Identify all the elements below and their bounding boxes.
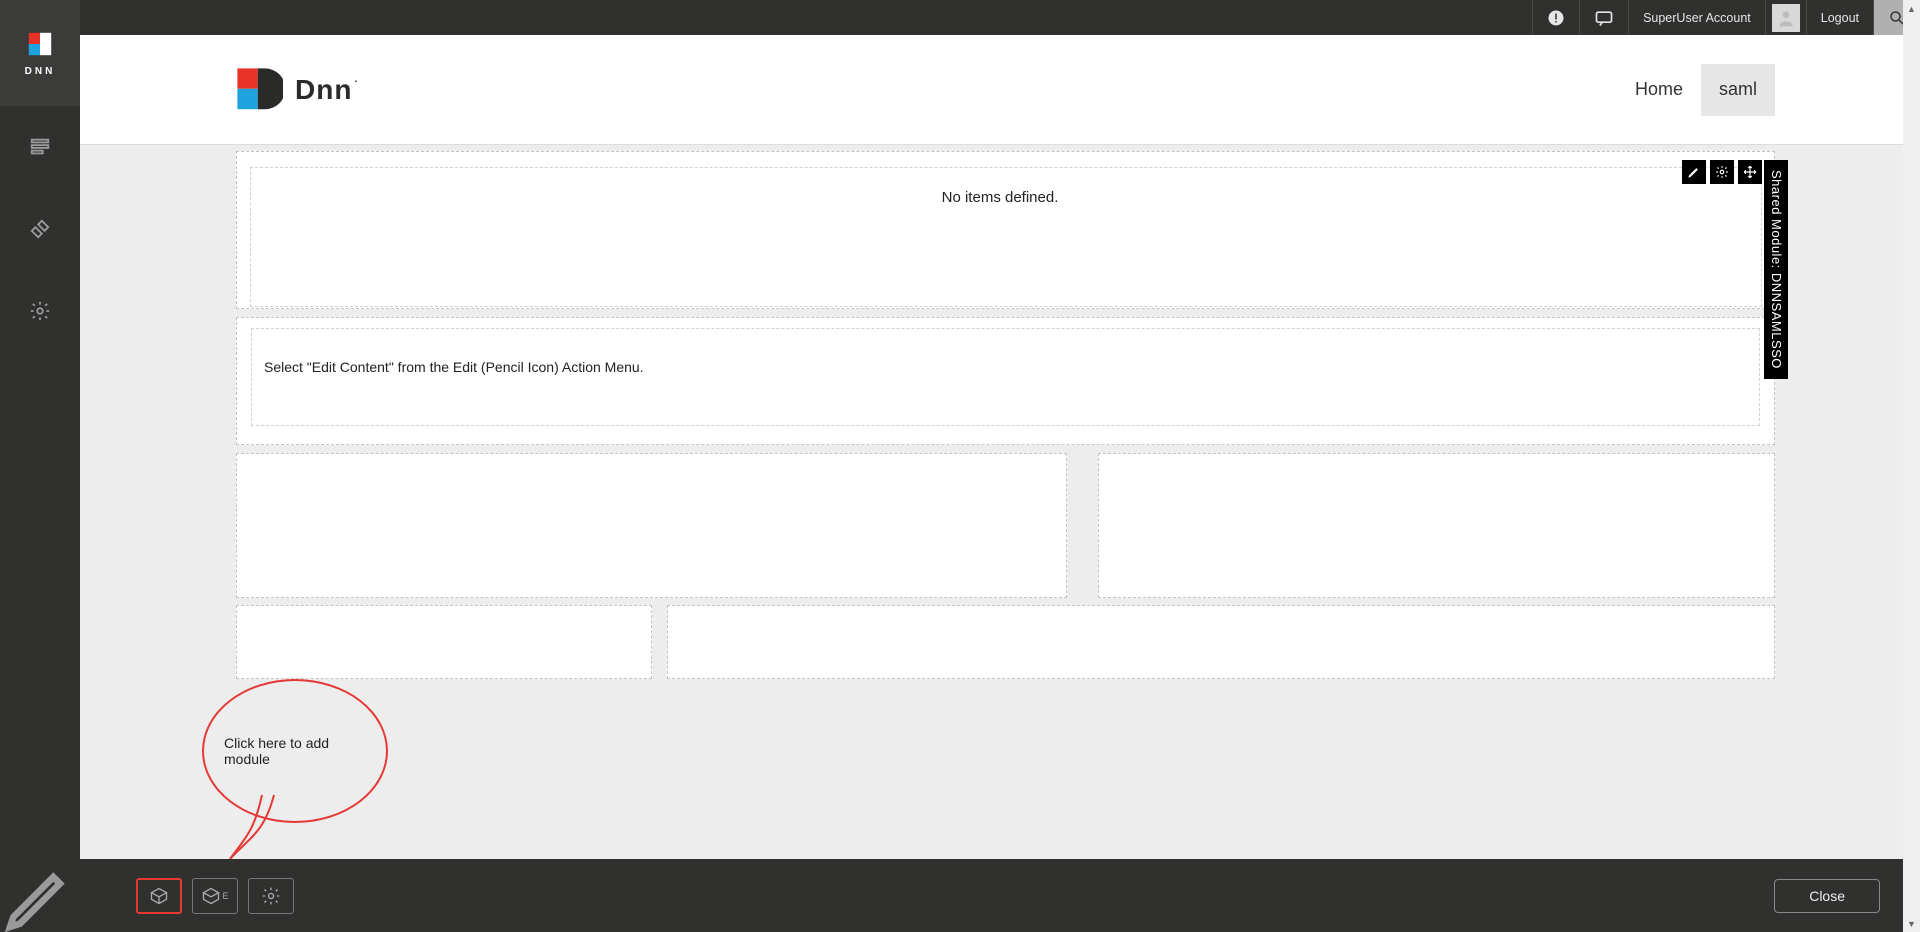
shared-module-tag[interactable]: Shared Module: DNNSAMLSSO	[1764, 160, 1788, 379]
module-settings-gear-icon[interactable]	[1710, 160, 1734, 184]
content-pane-left[interactable]	[236, 453, 1067, 598]
edit-stage: HEADERPANE No items defined. Shared Modu…	[80, 145, 1920, 859]
module-action-bar	[1682, 160, 1762, 184]
browser-scrollbar[interactable]: ▲ ▼	[1903, 0, 1920, 932]
nav-link-saml[interactable]: saml	[1701, 64, 1775, 116]
scroll-up-arrow[interactable]: ▲	[1903, 0, 1920, 17]
avatar-placeholder-icon	[1772, 4, 1800, 32]
no-items-text: No items defined.	[942, 189, 1059, 206]
dnn-mark-icon	[235, 66, 283, 114]
site-header: Dnn. Home saml	[80, 35, 1920, 145]
content-pane-1[interactable]: Select "Edit Content" from the Edit (Pen…	[236, 317, 1775, 445]
nav-link-home[interactable]: Home	[1617, 64, 1701, 116]
page-settings-button[interactable]	[248, 878, 294, 914]
avatar[interactable]	[1765, 0, 1806, 35]
dnn-logo-text: DNN	[25, 66, 56, 77]
add-existing-module-e-label: E	[222, 891, 228, 901]
admin-left-rail: DNN	[0, 0, 80, 932]
primary-nav: Home saml	[1617, 64, 1775, 116]
dnn-logo-icon	[26, 30, 54, 58]
account-label[interactable]: SuperUser Account	[1628, 0, 1765, 35]
scroll-down-arrow[interactable]: ▼	[1903, 915, 1920, 932]
module-move-icon[interactable]	[1738, 160, 1762, 184]
messages-icon[interactable]	[1579, 0, 1628, 35]
rail-tools-icon[interactable]	[0, 188, 80, 270]
content-pane-1-hint: Select "Edit Content" from the Edit (Pen…	[251, 328, 1760, 426]
notifications-icon[interactable]	[1532, 0, 1579, 35]
annotation-tail-icon	[224, 793, 284, 859]
edit-footer-bar: E Close	[80, 859, 1920, 932]
logout-link[interactable]: Logout	[1806, 0, 1873, 35]
site-logo[interactable]: Dnn.	[235, 66, 358, 114]
content-pane-right[interactable]	[1098, 453, 1775, 598]
rail-edit-pencil-icon[interactable]	[0, 862, 80, 932]
content-pane-lower-right[interactable]	[667, 605, 1775, 679]
rail-settings-icon[interactable]	[0, 270, 80, 352]
module-edit-pencil-icon[interactable]	[1682, 160, 1706, 184]
site-brand-word: Dnn.	[295, 74, 358, 106]
dnn-logo-box[interactable]: DNN	[0, 0, 80, 106]
top-admin-bar: SuperUser Account Logout	[80, 0, 1920, 35]
rail-content-icon[interactable]	[0, 106, 80, 188]
add-existing-module-button[interactable]: E	[192, 878, 238, 914]
add-module-button[interactable]	[136, 878, 182, 914]
annotation-callout: Click here to add module	[196, 679, 396, 859]
content-pane-lower-left[interactable]	[236, 605, 652, 679]
close-button[interactable]: Close	[1774, 879, 1880, 913]
header-pane-inner[interactable]	[250, 167, 1762, 307]
annotation-text: Click here to add module	[224, 735, 366, 767]
